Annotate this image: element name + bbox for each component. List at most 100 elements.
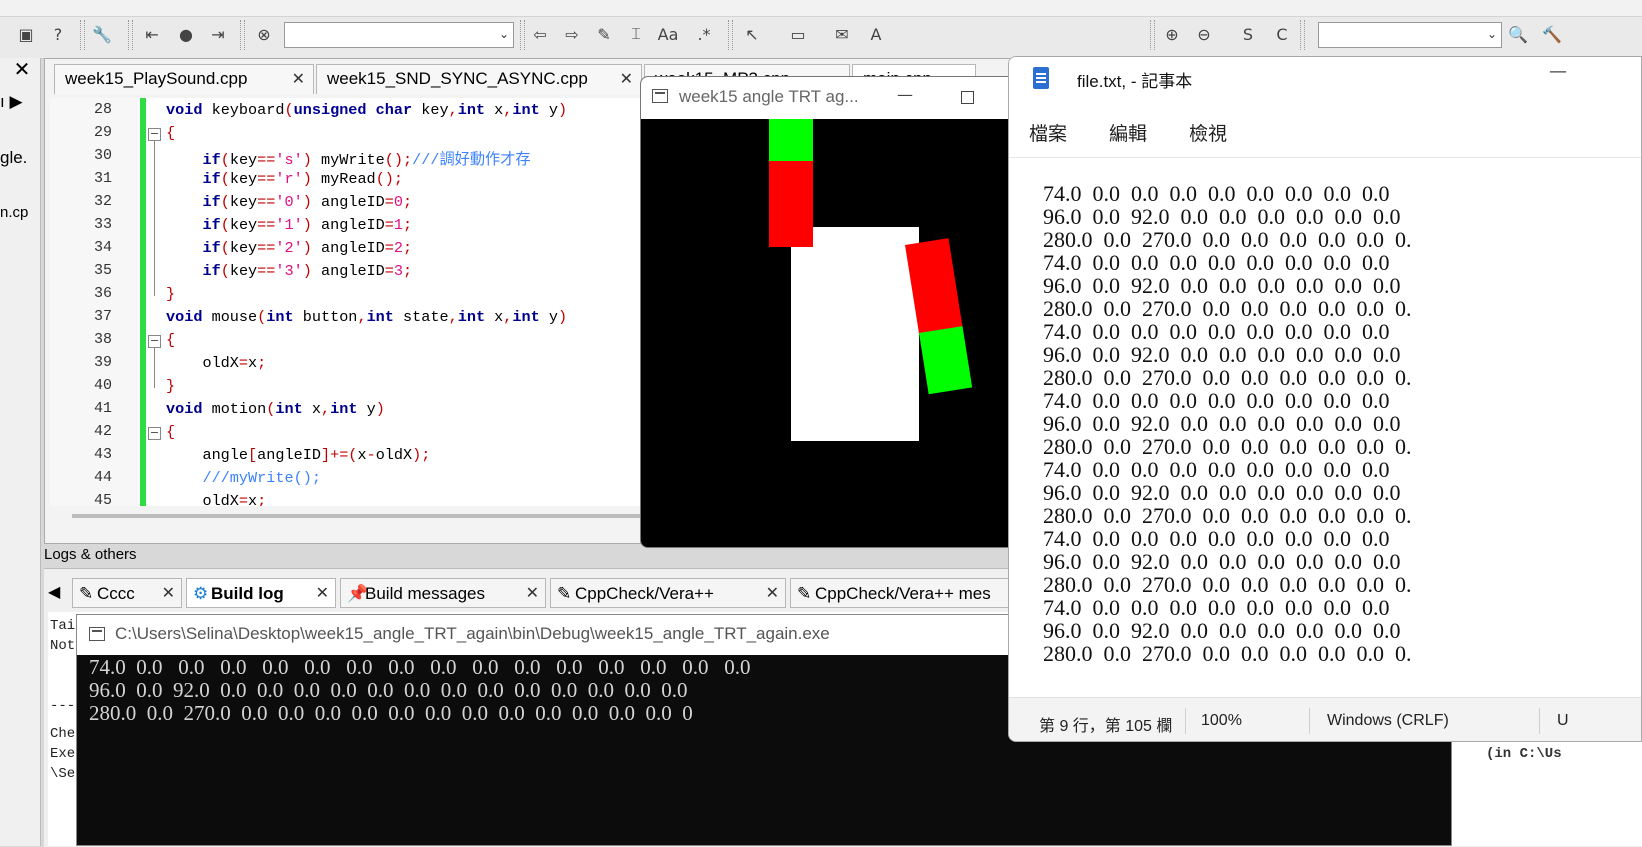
search-icon[interactable]: 🔍 [1506, 22, 1530, 46]
notepad-titlebar[interactable]: file.txt, - 記事本 — [1009, 57, 1641, 101]
tab-cppcheck-messages[interactable]: ✎ CppCheck/Vera++ mes [790, 578, 1010, 608]
fold-toggle-icon[interactable]: − [148, 128, 161, 141]
code-line[interactable]: void motion(int x,int y) [166, 400, 385, 418]
code-line[interactable]: if(key=='s') myWrite();///調好動作才存 [166, 147, 530, 169]
close-icon[interactable]: ✕ [766, 583, 779, 602]
tab-label: Cccc [97, 584, 135, 603]
minimize-icon[interactable]: — [1549, 61, 1567, 82]
pencil-icon: ✎ [557, 584, 572, 604]
minimize-icon[interactable]: — [897, 85, 913, 104]
line-number: 33 [93, 216, 112, 233]
code-line[interactable]: void keyboard(unsigned char key,int x,in… [166, 101, 567, 119]
tab-label: Build log [211, 584, 284, 603]
glut-window[interactable]: week15 angle TRT ag... — [640, 76, 1014, 548]
line-number: 29 [93, 124, 112, 141]
toolbar-separator [728, 20, 733, 50]
body-rect [791, 227, 919, 441]
match-case-icon[interactable]: Aa [656, 22, 680, 46]
zoom-out-icon[interactable]: ⊖ [1192, 22, 1216, 46]
code-line[interactable]: if(key=='3') angleID=3; [166, 262, 412, 280]
tools-icon[interactable]: 🔨 [1540, 22, 1564, 46]
upper-arm-rect [769, 161, 813, 247]
code-line[interactable]: } [166, 285, 175, 303]
code-line[interactable]: if(key=='r') myRead(); [166, 170, 403, 188]
regex-icon[interactable]: .* [692, 22, 716, 46]
code-line[interactable]: { [166, 423, 175, 441]
code-line[interactable]: if(key=='0') angleID=0; [166, 193, 412, 211]
email-icon[interactable]: ✉ [830, 22, 854, 46]
line-number: 35 [93, 262, 112, 279]
tab-label: CppCheck/Vera++ mes [815, 584, 991, 603]
glut-window-icon [652, 89, 668, 103]
fold-line [154, 348, 155, 388]
code-line[interactable]: { [166, 331, 175, 349]
glut-title: week15 angle TRT ag... [679, 87, 859, 106]
tab-build-messages[interactable]: 📌Build messages ✕ [340, 578, 546, 608]
pointer-icon[interactable]: ↖ [740, 22, 764, 46]
code-line[interactable]: oldX=x; [166, 354, 266, 372]
s-icon[interactable]: S [1236, 22, 1260, 46]
console-window-icon [89, 627, 105, 641]
c-icon[interactable]: C [1270, 22, 1294, 46]
line-number: 40 [93, 377, 112, 394]
code-line[interactable]: if(key=='2') angleID=2; [166, 239, 412, 257]
code-line[interactable]: void mouse(int button,int state,int x,in… [166, 308, 567, 326]
zoom-in-icon[interactable]: ⊕ [1160, 22, 1184, 46]
tab-scroll-left-icon[interactable]: ◀ [48, 582, 60, 601]
menu-view[interactable]: 檢視 [1189, 119, 1227, 146]
close-icon[interactable]: ✕ [526, 583, 539, 602]
notepad-text-area[interactable]: 74.0 0.0 0.0 0.0 0.0 0.0 0.0 0.0 0.0 96.0… [1009, 159, 1641, 669]
status-divider [1309, 708, 1310, 734]
code-line[interactable]: { [166, 124, 175, 142]
code-line[interactable]: if(key=='1') angleID=1; [166, 216, 412, 234]
code-line[interactable]: oldX=x; [166, 492, 266, 506]
tab-label: Build messages [365, 584, 486, 603]
notepad-window[interactable]: file.txt, - 記事本 — 檔案 編輯 檢視 74.0 0.0 0.0 … [1008, 56, 1642, 742]
code-line[interactable]: angle[angleID]+=(x-oldX); [166, 446, 430, 464]
glut-canvas[interactable] [641, 119, 1013, 547]
horizontal-scrollbar[interactable] [72, 514, 642, 518]
console-output-line: 74.0 0.0 0.0 0.0 0.0 0.0 0.0 0.0 0.0 0.0… [89, 655, 751, 679]
block-icon[interactable]: ▭ [786, 22, 810, 46]
encoding: U [1557, 712, 1569, 729]
log-text: Che [50, 726, 76, 742]
glut-titlebar[interactable]: week15 angle TRT ag... — [641, 77, 1013, 119]
status-divider [1185, 708, 1186, 734]
toolbar-separator [1150, 20, 1155, 50]
fold-toggle-icon[interactable]: − [148, 335, 161, 348]
cursor-position: 第 9 行，第 105 欄 [1039, 718, 1173, 735]
text-frame-icon[interactable]: A [864, 22, 888, 46]
log-text: Tai [50, 618, 76, 634]
fold-line [154, 141, 155, 296]
text-line: 280.0 0.0 270.0 0.0 0.0 0.0 0.0 0.0 0. [1043, 641, 1412, 666]
notepad-title: file.txt, - 記事本 [1077, 72, 1193, 91]
notepad-icon [1033, 67, 1049, 89]
fold-toggle-icon[interactable]: − [148, 427, 161, 440]
line-number: 36 [93, 285, 112, 302]
maximize-icon[interactable] [961, 91, 974, 104]
menu-file[interactable]: 檔案 [1029, 119, 1067, 146]
zoom-level: 100% [1201, 712, 1242, 729]
tab-build-log[interactable]: ⚙ Build log ✕ [186, 578, 336, 608]
menu-edit[interactable]: 編輯 [1109, 119, 1147, 146]
symbol-combo[interactable]: ⌄ [1318, 22, 1502, 48]
line-number: 45 [93, 492, 112, 506]
line-number: 32 [93, 193, 112, 210]
tab-cccc[interactable]: ✎ Cccc ✕ [72, 578, 182, 608]
line-number: 30 [93, 147, 112, 164]
pencil-icon: ✎ [79, 584, 94, 604]
tab-label: CppCheck/Vera++ [575, 584, 714, 603]
tab-cppcheck[interactable]: ✎ CppCheck/Vera++ ✕ [550, 578, 786, 608]
chevron-down-icon: ⌄ [1486, 27, 1497, 41]
console-title: C:\Users\Selina\Desktop\week15_angle_TRT… [115, 624, 830, 643]
close-icon[interactable]: ✕ [316, 583, 329, 602]
code-line[interactable]: ///myWrite(); [166, 469, 320, 487]
line-number: 34 [93, 239, 112, 256]
line-number: 41 [93, 400, 112, 417]
console-output-line: 280.0 0.0 270.0 0.0 0.0 0.0 0.0 0.0 0.0 … [89, 701, 693, 725]
logs-panel-title: Logs & others [44, 546, 137, 563]
close-icon[interactable]: ✕ [162, 583, 175, 602]
log-text: (in C:\Us [1486, 746, 1562, 762]
console-output-line: 96.0 0.0 92.0 0.0 0.0 0.0 0.0 0.0 0.0 0.… [89, 678, 688, 702]
code-line[interactable]: } [166, 377, 175, 395]
